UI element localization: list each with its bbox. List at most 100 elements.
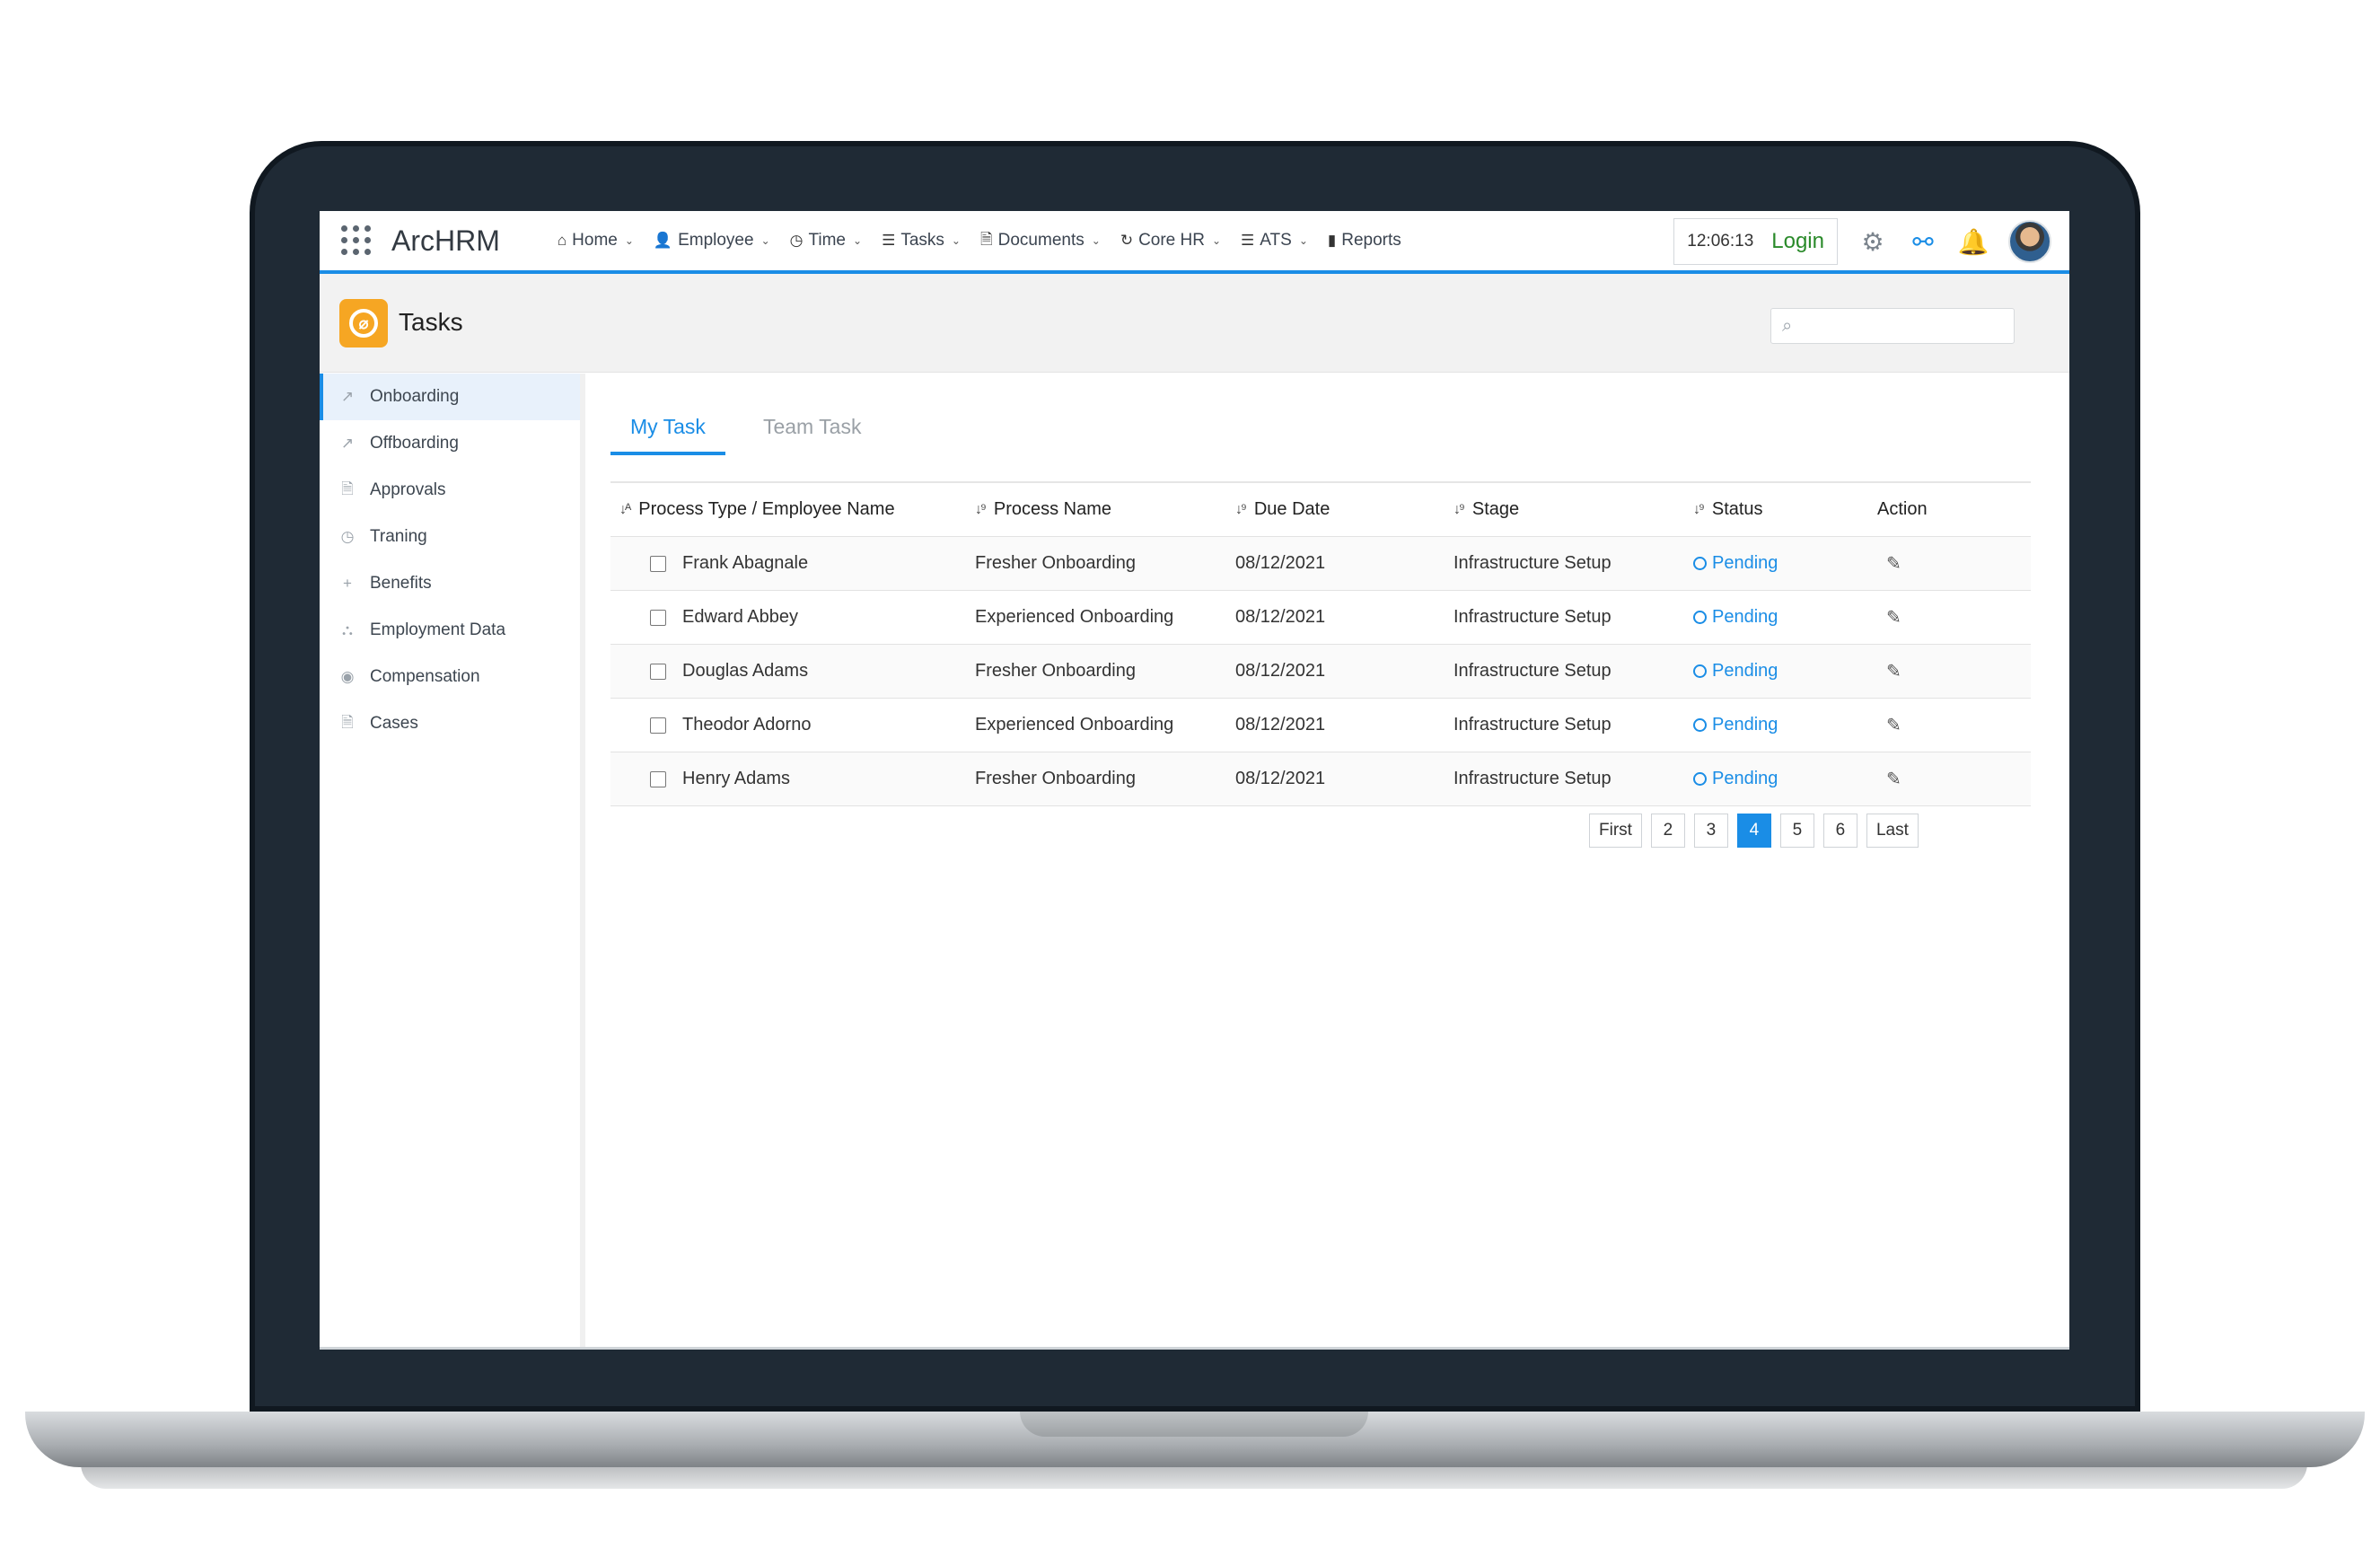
login-button[interactable]: Login bbox=[1771, 229, 1824, 254]
edit-icon[interactable]: ✎ bbox=[1886, 606, 1901, 629]
column-header[interactable]: ↓⁹ Status bbox=[1693, 499, 1877, 520]
column-header[interactable]: ↓⁹ Due Date bbox=[1235, 499, 1453, 520]
pagination-first-button[interactable]: First bbox=[1589, 814, 1642, 848]
nav-item-reports[interactable]: ▮ Reports bbox=[1328, 231, 1401, 251]
process-name-cell: Experienced Onboarding bbox=[975, 607, 1174, 627]
employee-name-cell: Edward Abbey bbox=[610, 607, 975, 628]
column-header-label: Action bbox=[1877, 499, 1928, 519]
process-name-cell: Fresher Onboarding bbox=[975, 553, 1136, 573]
nav-item-time[interactable]: ◷ Time ⌄ bbox=[790, 231, 862, 251]
employee-name-cell: Frank Abagnale bbox=[610, 553, 975, 574]
circle-icon bbox=[1693, 664, 1707, 678]
row-checkbox[interactable] bbox=[650, 717, 666, 734]
sort-icon[interactable]: ↓⁹ bbox=[1693, 502, 1705, 518]
nav-item-ats[interactable]: ☰ ATS ⌄ bbox=[1241, 231, 1308, 251]
nav-item-tasks[interactable]: ☰ Tasks ⌄ bbox=[882, 231, 961, 251]
sidebar-item-employment-data[interactable]: ⛬ Employment Data bbox=[320, 607, 580, 654]
action-cell: ✎ bbox=[1877, 714, 2030, 736]
sidebar-item-traning[interactable]: ◷ Traning bbox=[320, 514, 580, 560]
pagination-page-2[interactable]: 2 bbox=[1650, 814, 1685, 848]
app-brand[interactable]: ArcHRM bbox=[391, 224, 500, 258]
employee-name: Douglas Adams bbox=[682, 661, 809, 681]
column-header: Action bbox=[1877, 499, 2030, 520]
refresh-icon: ↻ bbox=[1120, 232, 1134, 249]
sidebar-item-compensation[interactable]: ◉ Compensation bbox=[320, 654, 580, 700]
circle-icon bbox=[1693, 772, 1707, 786]
bell-icon[interactable]: 🔔 bbox=[1958, 226, 1989, 257]
due-date-cell: 08/12/2021 bbox=[1235, 553, 1326, 573]
sidebar-item-benefits[interactable]: + Benefits bbox=[320, 560, 580, 607]
column-header-label: Process Name bbox=[993, 499, 1112, 519]
search-input[interactable] bbox=[1801, 316, 1999, 336]
edit-icon[interactable]: ✎ bbox=[1886, 768, 1901, 790]
edit-icon[interactable]: ✎ bbox=[1886, 714, 1901, 736]
gear-icon[interactable]: ⚙ bbox=[1857, 226, 1888, 257]
sidebar-item-onboarding[interactable]: ↗ Onboarding bbox=[320, 374, 580, 420]
nav-item-label: Tasks bbox=[900, 231, 944, 250]
pagination-page-4[interactable]: 4 bbox=[1736, 814, 1771, 848]
chevron-down-icon: ⌄ bbox=[1298, 234, 1308, 247]
sidebar-item-label: Benefits bbox=[370, 574, 432, 593]
row-checkbox[interactable] bbox=[650, 555, 666, 572]
laptop-notch bbox=[1020, 1412, 1368, 1437]
nav-item-documents[interactable]: 🗎 Documents ⌄ bbox=[980, 228, 1101, 254]
sidebar-item-offboarding[interactable]: ↗ Offboarding bbox=[320, 420, 580, 467]
sidebar-item-label: Employment Data bbox=[370, 620, 506, 639]
tasks-icon: ☰ bbox=[882, 232, 896, 249]
circle-icon bbox=[1693, 557, 1707, 570]
task-tabs: My Task Team Task bbox=[610, 415, 881, 455]
pagination-page-5[interactable]: 5 bbox=[1779, 814, 1814, 848]
tab-team-task[interactable]: Team Task bbox=[743, 415, 882, 455]
search-box[interactable]: ⌕ bbox=[1770, 308, 2015, 344]
link-icon[interactable]: ⚯ bbox=[1908, 226, 1938, 257]
stage-cell: Infrastructure Setup bbox=[1453, 553, 1612, 573]
employee-name-cell: Henry Adams bbox=[610, 769, 975, 789]
row-checkbox[interactable] bbox=[650, 663, 666, 680]
sidebar-item-cases[interactable]: 🗎 Cases bbox=[320, 700, 580, 747]
edit-icon[interactable]: ✎ bbox=[1886, 552, 1901, 575]
column-header[interactable]: ↓ᴬ Process Type / Employee Name bbox=[610, 499, 975, 520]
table-row: Frank Abagnale Fresher Onboarding 08/12/20… bbox=[610, 537, 2031, 591]
nav-item-label: Documents bbox=[997, 231, 1085, 250]
employee-name: Henry Adams bbox=[682, 769, 791, 788]
due-date-cell: 08/12/2021 bbox=[1235, 607, 1326, 627]
sort-icon[interactable]: ↓⁹ bbox=[1453, 502, 1465, 518]
stage-cell: Infrastructure Setup bbox=[1453, 607, 1612, 627]
apps-grid-icon[interactable] bbox=[341, 225, 372, 256]
sidebar-item-label: Traning bbox=[370, 527, 427, 546]
column-header[interactable]: ↓⁹ Stage bbox=[1453, 499, 1693, 520]
clock-login-box: 12:06:13 Login bbox=[1673, 218, 1838, 265]
table-row: Theodor Adorno Experienced Onboarding 08/1… bbox=[610, 699, 2031, 752]
nav-item-core-hr[interactable]: ↻ Core HR ⌄ bbox=[1120, 231, 1221, 251]
pagination-page-6[interactable]: 6 bbox=[1822, 814, 1857, 848]
row-checkbox[interactable] bbox=[650, 609, 666, 626]
due-date-cell: 08/12/2021 bbox=[1235, 715, 1326, 735]
edit-icon[interactable]: ✎ bbox=[1886, 660, 1901, 682]
sidebar-item-approvals[interactable]: 🗎 Approvals bbox=[320, 467, 580, 514]
nav-item-employee[interactable]: 👤 Employee ⌄ bbox=[654, 231, 770, 251]
process-name-cell: Fresher Onboarding bbox=[975, 661, 1136, 681]
sort-icon[interactable]: ↓⁹ bbox=[1235, 502, 1247, 518]
employee-name-cell: Douglas Adams bbox=[610, 661, 975, 682]
status-cell: Pending bbox=[1693, 661, 1877, 682]
nav-item-home[interactable]: ⌂ Home ⌄ bbox=[558, 231, 634, 251]
sort-icon[interactable]: ↓ᴬ bbox=[619, 502, 631, 518]
pagination-page-3[interactable]: 3 bbox=[1693, 814, 1728, 848]
nav-item-label: Home bbox=[572, 231, 618, 250]
column-header[interactable]: ↓⁹ Process Name bbox=[975, 499, 1235, 520]
action-cell: ✎ bbox=[1877, 768, 2030, 790]
avatar[interactable] bbox=[2008, 220, 2051, 263]
due-date-cell: 08/12/2021 bbox=[1235, 661, 1326, 681]
employee-name: Frank Abagnale bbox=[682, 553, 809, 573]
row-checkbox[interactable] bbox=[650, 770, 666, 787]
chevron-down-icon: ⌄ bbox=[1091, 234, 1101, 247]
external-link-icon: ↗ bbox=[340, 435, 355, 452]
user-circle-icon: ◉ bbox=[340, 668, 355, 685]
list-icon: ☰ bbox=[1241, 232, 1255, 249]
tab-my-task[interactable]: My Task bbox=[610, 415, 725, 455]
employee-name: Edward Abbey bbox=[682, 607, 798, 627]
pagination-last-button[interactable]: Last bbox=[1866, 814, 1919, 848]
page-title: Tasks bbox=[399, 308, 463, 336]
sort-icon[interactable]: ↓⁹ bbox=[975, 502, 987, 518]
nav-item-label: Core HR bbox=[1138, 231, 1205, 250]
